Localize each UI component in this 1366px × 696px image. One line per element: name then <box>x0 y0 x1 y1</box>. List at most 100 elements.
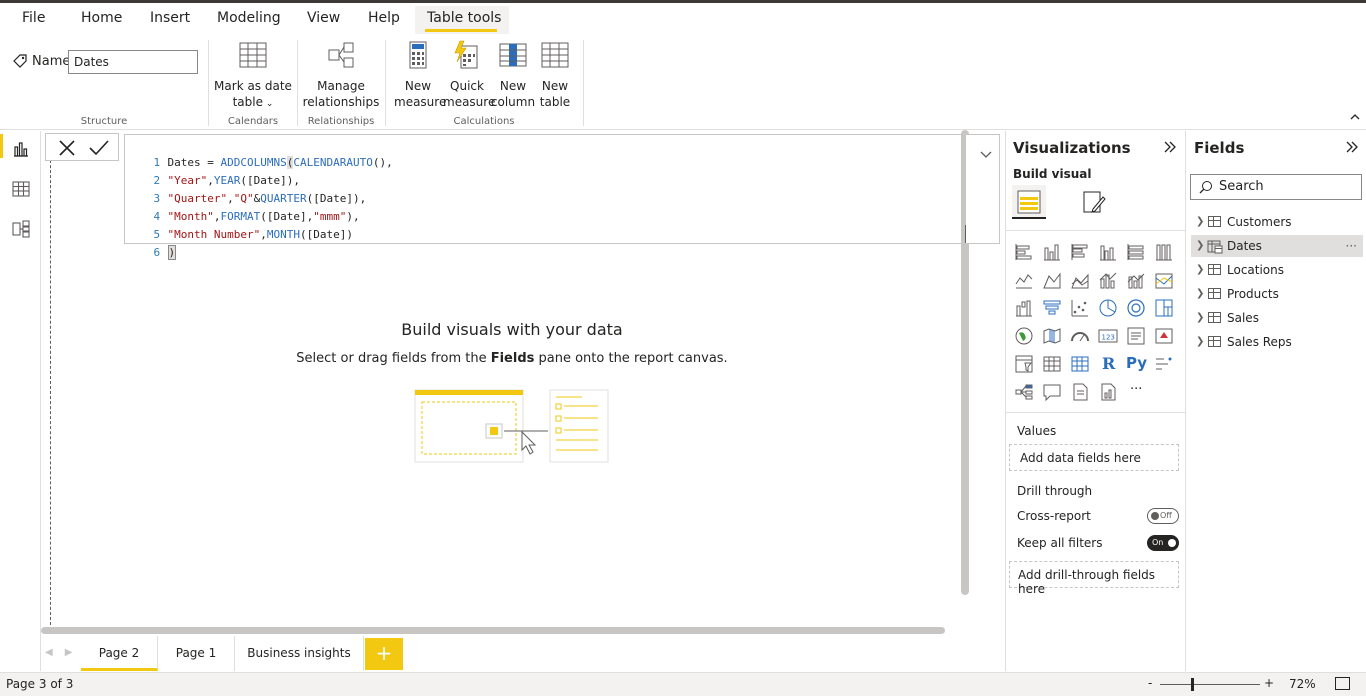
clustered-bar-chart-icon[interactable] <box>1070 242 1092 264</box>
kpi-icon[interactable] <box>1154 326 1176 348</box>
tab-file[interactable]: File <box>22 10 45 26</box>
table-icon <box>1208 312 1221 323</box>
new-measure-button[interactable]: New measure <box>394 40 446 110</box>
map-icon[interactable] <box>1014 326 1036 348</box>
collapse-pane-icon[interactable] <box>1163 139 1177 158</box>
field-table-dates[interactable]: ❯ Dates ··· <box>1191 235 1363 257</box>
more-visuals-icon[interactable]: ··· <box>1130 382 1152 404</box>
more-options-icon[interactable]: ··· <box>1346 235 1357 257</box>
add-page-button[interactable]: + <box>365 638 403 670</box>
page-nav-arrows-icon[interactable]: ◀▶ <box>45 647 84 658</box>
new-table-button[interactable]: New table <box>535 40 575 110</box>
field-table-sales[interactable]: ❯ Sales <box>1191 307 1363 329</box>
group-label-calendars: Calendars <box>227 116 279 127</box>
python-visual-icon[interactable]: Py <box>1126 354 1148 376</box>
gauge-icon[interactable] <box>1070 326 1092 348</box>
zoom-slider-thumb[interactable] <box>1191 678 1194 691</box>
collapse-fields-icon[interactable] <box>1345 139 1359 158</box>
area-chart-icon[interactable] <box>1042 270 1064 292</box>
scatter-chart-icon[interactable] <box>1070 298 1092 320</box>
smart-narrative-icon[interactable] <box>1070 382 1092 404</box>
key-influencers-icon[interactable] <box>1154 354 1176 376</box>
zoom-in-button[interactable]: + <box>1264 676 1274 690</box>
table-name-input[interactable] <box>68 50 198 74</box>
paginated-report-icon[interactable] <box>1098 382 1120 404</box>
clustered-column-chart-icon[interactable] <box>1098 242 1120 264</box>
fit-to-page-icon[interactable] <box>1335 677 1350 690</box>
line-and-clustered-column-icon[interactable] <box>1126 270 1148 292</box>
line-and-stacked-column-icon[interactable] <box>1098 270 1120 292</box>
formula-commit-buttons <box>45 133 119 161</box>
format-visual-icon[interactable] <box>1081 189 1107 219</box>
tab-view[interactable]: View <box>307 10 340 26</box>
chevron-right-icon: ❯ <box>1196 240 1205 251</box>
page-tab-business-insights[interactable]: Business insights <box>235 636 364 671</box>
build-visual-label: Build visual <box>1013 167 1092 181</box>
mark-date-line1: Mark as date <box>214 79 292 93</box>
pie-chart-icon[interactable] <box>1098 298 1120 320</box>
donut-chart-icon[interactable] <box>1126 298 1148 320</box>
keep-all-filters-label: Keep all filters <box>1017 536 1103 550</box>
tab-table-tools[interactable]: Table tools <box>427 10 501 26</box>
chevron-down-icon[interactable] <box>980 144 992 163</box>
stacked-bar-chart-icon[interactable] <box>1014 242 1036 264</box>
commit-formula-icon[interactable] <box>89 139 109 161</box>
mark-as-date-table-button[interactable]: Mark as date table ⌄ <box>214 40 292 112</box>
cross-report-toggle[interactable]: Off <box>1147 508 1179 524</box>
tab-insert[interactable]: Insert <box>150 10 190 26</box>
page-tab-page-1[interactable]: Page 1 <box>158 636 235 671</box>
report-view-icon[interactable] <box>11 139 31 159</box>
group-label-calculations: Calculations <box>453 116 515 127</box>
r-script-visual-icon[interactable]: R <box>1102 354 1124 376</box>
funnel-chart-icon[interactable] <box>1042 298 1064 320</box>
page-tab-page-2[interactable]: Page 2 <box>81 636 158 671</box>
manage-relationships-button[interactable]: Manage relationships <box>302 40 380 110</box>
tab-home[interactable]: Home <box>81 10 122 26</box>
card-icon[interactable]: 123 <box>1098 326 1120 348</box>
new-column-line2: column <box>490 95 536 109</box>
build-visual-icon <box>1016 189 1042 219</box>
multi-row-card-icon[interactable] <box>1126 326 1148 348</box>
empty-state-subtitle: Select or drag fields from the Fields pa… <box>296 351 728 366</box>
line-chart-icon[interactable] <box>1014 270 1036 292</box>
drill-through-label: Drill through <box>1017 484 1093 498</box>
100-stacked-column-icon[interactable] <box>1154 242 1176 264</box>
quick-measure-button[interactable]: Quick measure <box>443 40 495 110</box>
toggle-knob <box>1151 512 1159 520</box>
tab-modeling[interactable]: Modeling <box>217 10 281 26</box>
values-label: Values <box>1017 424 1057 438</box>
100-stacked-bar-icon[interactable] <box>1126 242 1148 264</box>
decomposition-tree-icon[interactable] <box>1014 382 1036 404</box>
new-column-button[interactable]: New column <box>490 40 536 110</box>
zoom-out-button[interactable]: - <box>1148 676 1152 690</box>
keep-all-filters-toggle[interactable]: On <box>1147 535 1179 551</box>
qna-visual-icon[interactable] <box>1042 382 1064 404</box>
matrix-icon[interactable] <box>1070 354 1092 376</box>
model-view-icon[interactable] <box>11 219 31 239</box>
field-table-customers[interactable]: ❯ Customers <box>1191 211 1363 233</box>
drill-through-drop-zone[interactable]: Add drill-through fields here <box>1009 561 1179 596</box>
build-visual-tab[interactable] <box>1012 185 1046 219</box>
chevron-right-icon: ❯ <box>1196 264 1205 275</box>
data-view-icon[interactable] <box>11 179 31 199</box>
values-drop-zone[interactable]: Add data fields here <box>1009 444 1179 471</box>
waterfall-chart-icon[interactable] <box>1014 298 1036 320</box>
treemap-icon[interactable] <box>1154 298 1176 320</box>
filled-map-icon[interactable] <box>1042 326 1064 348</box>
field-table-products[interactable]: ❯ Products <box>1191 283 1363 305</box>
stacked-column-chart-icon[interactable] <box>1042 242 1064 264</box>
collapse-ribbon-icon[interactable] <box>1350 110 1360 124</box>
horizontal-scrollbar[interactable] <box>41 627 945 634</box>
fields-search-input[interactable]: Search <box>1190 174 1362 200</box>
table-visual-icon[interactable] <box>1042 354 1064 376</box>
dax-formula-editor[interactable]: 1 Dates = ADDCOLUMNS(CALENDARAUTO(), 2 "Ye… <box>124 134 973 260</box>
code-line: 1 Dates = ADDCOLUMNS(CALENDARAUTO(), <box>125 136 393 169</box>
field-table-sales-reps[interactable]: ❯ Sales Reps <box>1191 331 1363 353</box>
field-table-locations[interactable]: ❯ Locations <box>1191 259 1363 281</box>
stacked-area-chart-icon[interactable] <box>1070 270 1092 292</box>
tab-help[interactable]: Help <box>368 10 400 26</box>
slicer-icon[interactable] <box>1014 354 1036 376</box>
cancel-formula-icon[interactable] <box>58 139 76 161</box>
ribbon-chart-icon[interactable] <box>1154 270 1176 292</box>
zoom-slider[interactable] <box>1160 684 1260 685</box>
